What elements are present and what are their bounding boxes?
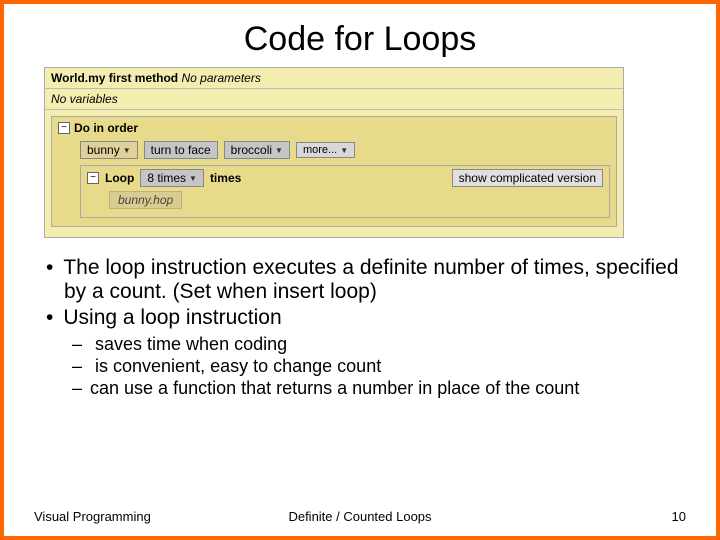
sub-bullet-item: saves time when coding [72,334,686,355]
tile-text: turn to face [151,143,211,157]
collapse-icon[interactable]: − [87,172,99,184]
loop-body-call[interactable]: bunny.hop [109,191,182,209]
block-area: − Do in order bunny ▼ turn to face brocc… [45,110,623,237]
dropdown-icon: ▼ [275,146,283,155]
do-in-order-label: Do in order [74,121,138,135]
dropdown-icon: ▼ [123,146,131,155]
tile-text: bunny [87,143,120,157]
param-tile-broccoli[interactable]: broccoli ▼ [224,141,290,159]
tile-text: broccoli [231,143,272,157]
action-tile-turn-to-face[interactable]: turn to face [144,141,218,159]
footer-center: Definite / Counted Loops [288,509,431,524]
do-in-order-block[interactable]: − Do in order bunny ▼ turn to face brocc… [51,116,617,227]
main-bullet-list: The loop instruction executes a definite… [34,256,686,330]
nested-block: − Loop 8 times ▼ times show complicated … [80,165,610,218]
method-name: World.my first method [51,71,178,85]
sub-bullet-item: can use a function that returns a number… [72,378,686,399]
method-params: No parameters [181,71,260,85]
show-complicated-button[interactable]: show complicated version [452,169,603,187]
instruction-row: bunny ▼ turn to face broccoli ▼ more... … [80,141,610,159]
loop-block[interactable]: − Loop 8 times ▼ times show complicated … [80,165,610,218]
do-in-order-header: − Do in order [58,121,610,135]
loop-times-word: times [210,171,241,185]
no-variables-label: No variables [51,92,118,106]
tile-text: more... [303,144,337,156]
dropdown-icon: ▼ [189,174,197,183]
footer-left: Visual Programming [34,509,151,524]
bullet-item: Using a loop instruction [46,306,686,330]
sub-bullet-item: is convenient, easy to change count [72,356,686,377]
more-tile[interactable]: more... ▼ [296,142,355,158]
loop-count-text: 8 times [147,171,186,185]
object-tile-bunny[interactable]: bunny ▼ [80,141,138,159]
loop-header: − Loop 8 times ▼ times show complicated … [87,169,603,187]
page-number: 10 [672,509,686,524]
sub-bullet-list: saves time when coding is convenient, ea… [34,334,686,399]
slide: Code for Loops World.my first method No … [0,0,720,540]
alice-code-panel: World.my first method No parameters No v… [44,67,624,238]
slide-title: Code for Loops [34,20,686,59]
loop-count-tile[interactable]: 8 times ▼ [140,169,204,187]
dropdown-icon: ▼ [340,146,348,155]
content-area: The loop instruction executes a definite… [34,256,686,399]
bullet-item: The loop instruction executes a definite… [46,256,686,304]
variables-row: No variables [45,89,623,110]
loop-label: Loop [105,171,134,185]
collapse-icon[interactable]: − [58,122,70,134]
footer: Visual Programming Definite / Counted Lo… [34,509,686,524]
method-header: World.my first method No parameters [45,68,623,89]
